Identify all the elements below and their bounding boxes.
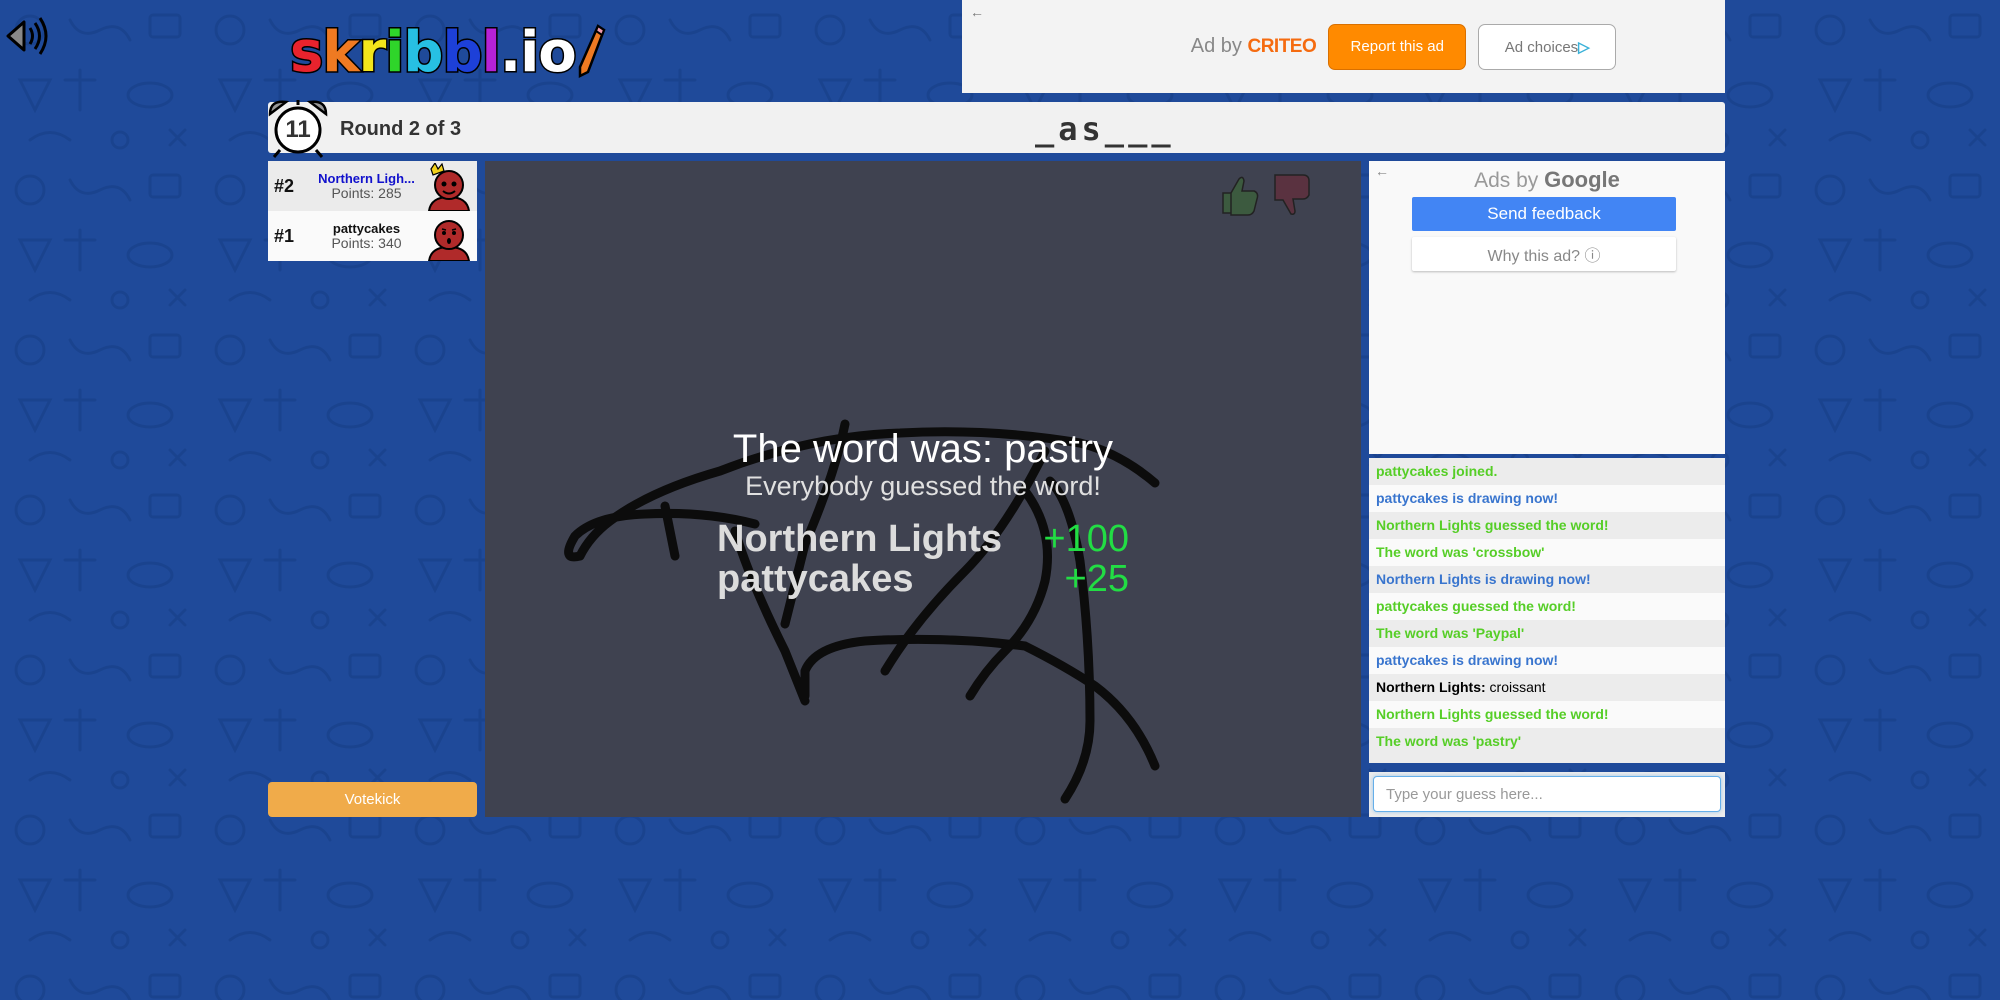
criteo-logo: CRITEO <box>1247 36 1317 57</box>
chat-text: Northern Lights guessed the word! <box>1376 517 1609 533</box>
pencil-icon <box>578 24 606 79</box>
score-player-name: pattycakes <box>717 558 914 600</box>
round-scores: Northern Lights +100 pattycakes +25 <box>717 519 1129 599</box>
chat-message: The word was 'pastry' <box>1369 728 1725 755</box>
chat-author: Northern Lights: <box>1376 679 1486 695</box>
player-row[interactable]: #1 pattycakes Points: 340 <box>268 211 477 262</box>
player-list: #2 Northern Ligh... Points: 285 #1 patty… <box>268 161 477 262</box>
google-logo: Google <box>1544 167 1620 192</box>
send-feedback-button[interactable]: Send feedback <box>1412 197 1676 231</box>
player-info: pattycakes Points: 340 <box>314 222 419 250</box>
chat-log: pattycakes joined. pattycakes is drawing … <box>1369 458 1725 763</box>
chat-text: pattycakes is drawing now! <box>1376 652 1559 668</box>
ad-choices-icon: ▷ <box>1578 38 1590 56</box>
score-row: Northern Lights +100 <box>717 519 1129 559</box>
round-indicator: Round 2 of 3 <box>340 118 462 140</box>
chat-message: Northern Lights: croissant <box>1369 674 1725 701</box>
logo-letter: . <box>498 18 522 86</box>
chat-text: The word was 'Paypal' <box>1376 625 1525 641</box>
guess-input[interactable] <box>1373 776 1721 812</box>
chat-text: The word was 'pastry' <box>1376 733 1522 749</box>
avatar <box>423 213 475 262</box>
logo-letter: o <box>537 18 579 86</box>
game-header-bar <box>268 102 1725 153</box>
alarm-clock-icon: 11 <box>266 96 336 158</box>
player-rank: #2 <box>274 175 295 196</box>
player-row[interactable]: #2 Northern Ligh... Points: 285 <box>268 161 477 212</box>
ads-by-text: Ads by <box>1474 169 1539 192</box>
chat-message: Northern Lights guessed the word! <box>1369 701 1725 728</box>
ad-choices-button[interactable]: Ad choices▷ <box>1478 23 1617 70</box>
player-name: Northern Ligh... <box>318 172 415 186</box>
chat-input-container <box>1369 772 1725 817</box>
logo-letter: i <box>384 18 406 86</box>
overlay-title: The word was: pastry <box>732 427 1114 471</box>
top-ad-banner: ← Ad by CRITEO Report this ad Ad choices… <box>962 0 1725 93</box>
chat-text: pattycakes joined. <box>1376 463 1498 479</box>
chat-text: Northern Lights guessed the word! <box>1376 706 1609 722</box>
ad-by-text: Ad by <box>1190 35 1242 57</box>
chat-message: pattycakes guessed the word! <box>1369 593 1725 620</box>
chat-text: pattycakes guessed the word! <box>1376 598 1576 614</box>
speaker-icon[interactable] <box>4 12 52 60</box>
player-info: Northern Ligh... Points: 285 <box>314 172 419 200</box>
player-points: Points: 340 <box>331 235 402 251</box>
chat-message: The word was 'crossbow' <box>1369 539 1725 566</box>
logo-letter: r <box>357 18 388 86</box>
logo-letter: b <box>441 18 484 86</box>
skribbl-logo: skribbl.io <box>288 18 606 86</box>
chat-message: pattycakes is drawing now! <box>1369 647 1725 674</box>
chat-message: pattycakes is drawing now! <box>1369 485 1725 512</box>
why-this-ad-button[interactable]: Why this ad? ⓘ <box>1412 237 1676 271</box>
score-value: +25 <box>1064 558 1129 600</box>
avatar <box>423 161 475 212</box>
chat-text: croissant <box>1489 679 1546 695</box>
logo-letter: l <box>480 18 502 86</box>
chat-text: Northern Lights is drawing now! <box>1376 571 1591 587</box>
rate-drawing <box>1217 171 1313 222</box>
thumbs-down-icon[interactable] <box>1267 171 1313 222</box>
logo-letter: i <box>519 18 541 86</box>
votekick-button[interactable]: Votekick <box>268 782 477 817</box>
overlay-subtitle: Everybody guessed the word! <box>745 471 1101 501</box>
logo-letter: s <box>288 18 324 86</box>
ads-by-google-label: Ads by Google <box>1369 167 1725 193</box>
logo-letter: k <box>321 18 361 86</box>
round-end-overlay: The word was: pastry Everybody guessed t… <box>485 427 1361 599</box>
chat-text: pattycakes is drawing now! <box>1376 490 1559 506</box>
logo-letter: b <box>402 18 445 86</box>
chat-message: Northern Lights is drawing now! <box>1369 566 1725 593</box>
timer-value: 11 <box>285 116 311 143</box>
chat-message: The word was 'Paypal' <box>1369 620 1725 647</box>
chat-message: pattycakes joined. <box>1369 458 1725 485</box>
google-ad-panel: ← Ads by Google Send feedback Why this a… <box>1369 161 1725 454</box>
drawing-canvas[interactable]: The word was: pastry Everybody guessed t… <box>485 161 1361 817</box>
score-player-name: Northern Lights <box>717 518 1002 560</box>
chat-text: The word was 'crossbow' <box>1376 544 1545 560</box>
player-rank: #1 <box>274 225 295 246</box>
thumbs-up-icon[interactable] <box>1217 171 1263 222</box>
ad-back-arrow-icon[interactable]: ← <box>970 4 984 20</box>
score-value: +100 <box>1043 518 1129 560</box>
chat-message: Northern Lights guessed the word! <box>1369 512 1725 539</box>
player-name: pattycakes <box>332 222 401 236</box>
report-ad-button[interactable]: Report this ad <box>1328 23 1467 70</box>
ad-choices-label: Ad choices <box>1504 38 1579 56</box>
ad-by-label: Ad by CRITEO <box>1191 35 1317 58</box>
player-points: Points: 285 <box>331 185 402 201</box>
word-hint: _as___ <box>1035 110 1175 148</box>
score-row: pattycakes +25 <box>717 559 1129 599</box>
